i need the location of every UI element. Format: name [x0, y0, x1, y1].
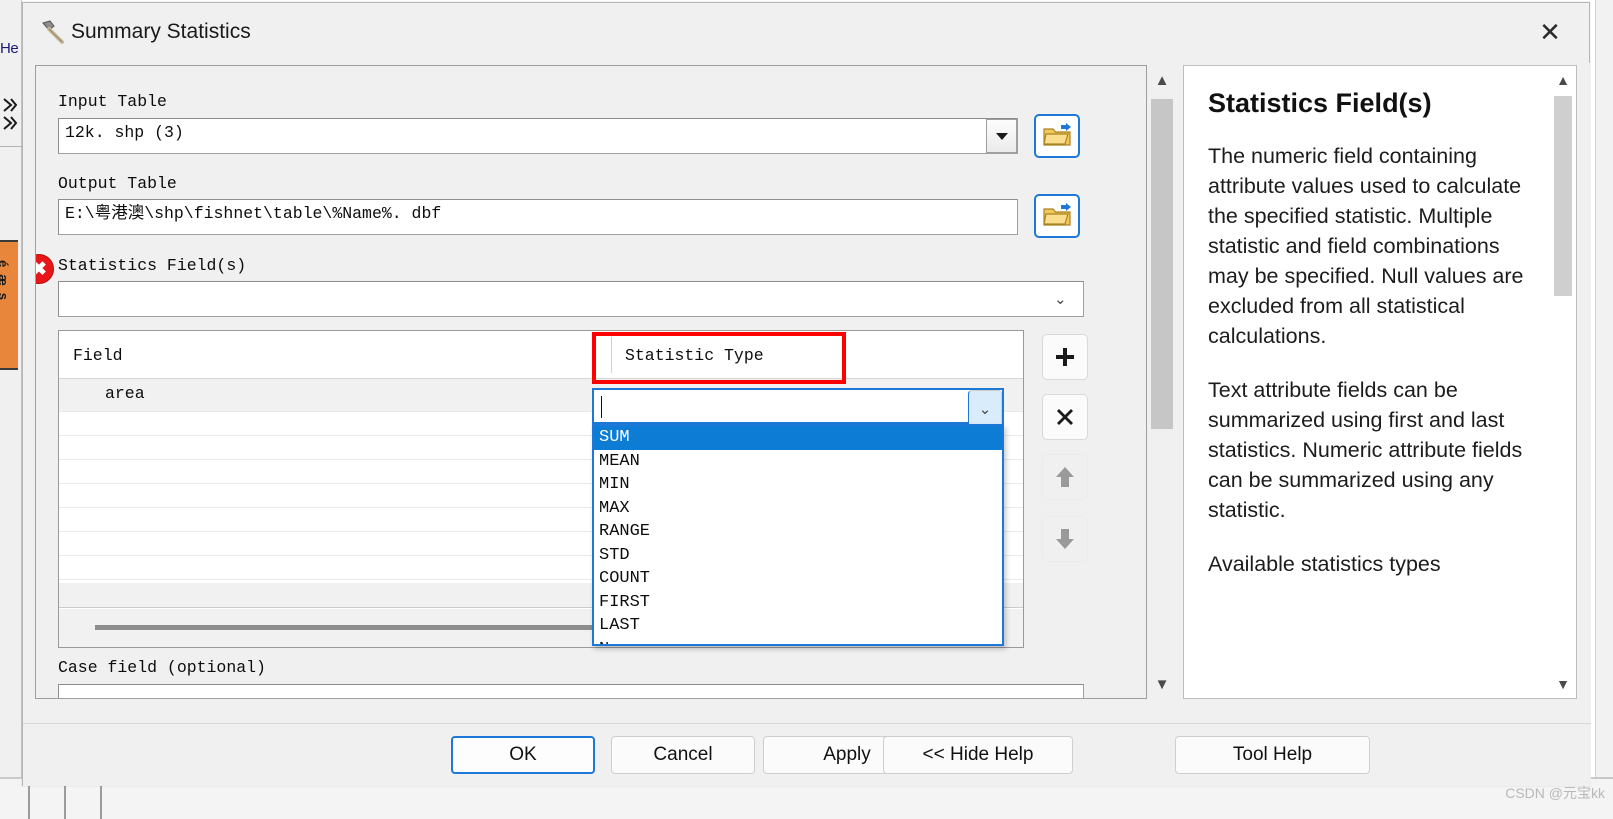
dropdown-option-last[interactable]: LAST: [594, 614, 1002, 638]
input-table-label: Input Table: [58, 92, 167, 111]
input-table-dropdown-button[interactable]: [986, 119, 1017, 153]
move-down-button[interactable]: [1042, 516, 1088, 562]
watermark: CSDN @元宝kk: [1505, 785, 1605, 801]
dialog-footer: OK Cancel Apply << Hide Help Tool Help: [23, 723, 1591, 786]
hide-help-button[interactable]: << Hide Help: [883, 736, 1073, 774]
background-right-panel: [1595, 0, 1613, 819]
output-table-input[interactable]: E:\粤港澳\shp\fishnet\table\%Name%. dbf: [58, 199, 1018, 235]
arrow-down-icon: [1056, 529, 1074, 549]
help-paragraph-2: Text attribute fields can be summarized …: [1208, 378, 1523, 522]
tool-help-button[interactable]: Tool Help: [1175, 736, 1370, 774]
input-table-input[interactable]: 12k. shp (3): [58, 118, 1018, 154]
close-icon[interactable]: ✕: [1527, 11, 1573, 53]
text-cursor: [601, 396, 602, 418]
output-table-label: Output Table: [58, 174, 177, 193]
background-collapse-icons: [2, 95, 20, 140]
dropdown-option-max[interactable]: MAX: [594, 497, 1002, 521]
dropdown-option-mean[interactable]: MEAN: [594, 450, 1002, 474]
cross-icon: [1057, 409, 1073, 425]
help-content: Statistics Field(s) The numeric field co…: [1184, 66, 1550, 698]
open-folder-icon: [1043, 123, 1071, 146]
case-field-label: Case field (optional): [58, 658, 266, 677]
add-row-button[interactable]: [1042, 334, 1088, 380]
column-header-field: Field: [73, 345, 123, 365]
background-side-tab-label: éæs: [0, 260, 11, 308]
dropdown-option-std[interactable]: STD: [594, 544, 1002, 568]
help-vertical-scrollbar[interactable]: ▲ ▼: [1550, 66, 1576, 698]
statistics-fields-input[interactable]: [58, 281, 1084, 317]
background-side-tab[interactable]: éæs: [0, 240, 18, 370]
open-folder-icon: [1043, 203, 1071, 226]
parameters-pane: Input Table 12k. shp (3) Output Table E:…: [35, 65, 1147, 699]
dialog-body: Input Table 12k. shp (3) Output Table E:…: [23, 63, 1591, 723]
page-title: Summary Statistics: [71, 20, 251, 43]
parameters-vertical-scrollbar[interactable]: ▲ ▼: [1147, 65, 1177, 699]
cell-field: area: [105, 384, 145, 403]
output-table-browse-button[interactable]: [1034, 194, 1080, 238]
dialog-titlebar[interactable]: Summary Statistics ✕: [23, 3, 1589, 63]
dropdown-option-count[interactable]: COUNT: [594, 567, 1002, 591]
table-header-row: Field Statistic Type: [59, 331, 1023, 379]
hammer-tool-icon: [37, 17, 69, 49]
dropdown-option-sum[interactable]: SUM: [594, 426, 1002, 450]
dropdown-option-min[interactable]: MIN: [594, 473, 1002, 497]
help-paragraph-1: The numeric field containing attribute v…: [1208, 144, 1524, 348]
remove-row-button[interactable]: [1042, 394, 1088, 440]
chevron-down-icon: [995, 132, 1008, 140]
input-table-browse-button[interactable]: [1034, 114, 1080, 158]
ok-button[interactable]: OK: [451, 736, 595, 774]
help-panel: Statistics Field(s) The numeric field co…: [1183, 65, 1577, 699]
dropdown-option-range[interactable]: RANGE: [594, 520, 1002, 544]
case-field-input[interactable]: [58, 684, 1084, 698]
statistic-type-dropdown-list[interactable]: SUMMEANMINMAXRANGESTDCOUNTFIRSTLASTName: [592, 424, 1004, 646]
cancel-button[interactable]: Cancel: [611, 736, 755, 774]
summary-statistics-dialog: Summary Statistics ✕ Input Table 12k. sh…: [22, 2, 1591, 786]
background-divider: [0, 146, 22, 147]
help-scroll-up-icon[interactable]: ▲: [1550, 66, 1576, 94]
dropdown-option-first[interactable]: FIRST: [594, 591, 1002, 615]
help-paragraph-3: Available statistics types: [1208, 552, 1441, 576]
statistics-fields-label: Statistics Field(s): [58, 256, 247, 275]
help-title: Statistics Field(s): [1208, 88, 1432, 118]
plus-icon: [1056, 348, 1074, 366]
background-menu-fragment: He: [0, 40, 19, 57]
scroll-up-icon[interactable]: ▲: [1147, 65, 1177, 95]
arrow-up-icon: [1056, 467, 1074, 487]
help-scroll-thumb[interactable]: [1554, 96, 1572, 296]
statistics-fields-dropdown-icon[interactable]: ⌄: [1054, 291, 1067, 309]
statistic-type-highlight-box: [592, 332, 846, 384]
statistic-type-combobox[interactable]: ⌄: [592, 388, 1004, 428]
parameters-scroll-thumb[interactable]: [1151, 99, 1173, 429]
scroll-down-icon[interactable]: ▼: [1147, 669, 1177, 699]
help-scroll-down-icon[interactable]: ▼: [1550, 670, 1576, 698]
error-x-icon: ✖: [36, 254, 54, 284]
statistic-type-dropdown-button[interactable]: ⌄: [968, 390, 1002, 428]
move-up-button[interactable]: [1042, 454, 1088, 500]
dropdown-option-name[interactable]: Name: [594, 638, 1002, 645]
chevron-down-icon: ⌄: [978, 400, 992, 418]
